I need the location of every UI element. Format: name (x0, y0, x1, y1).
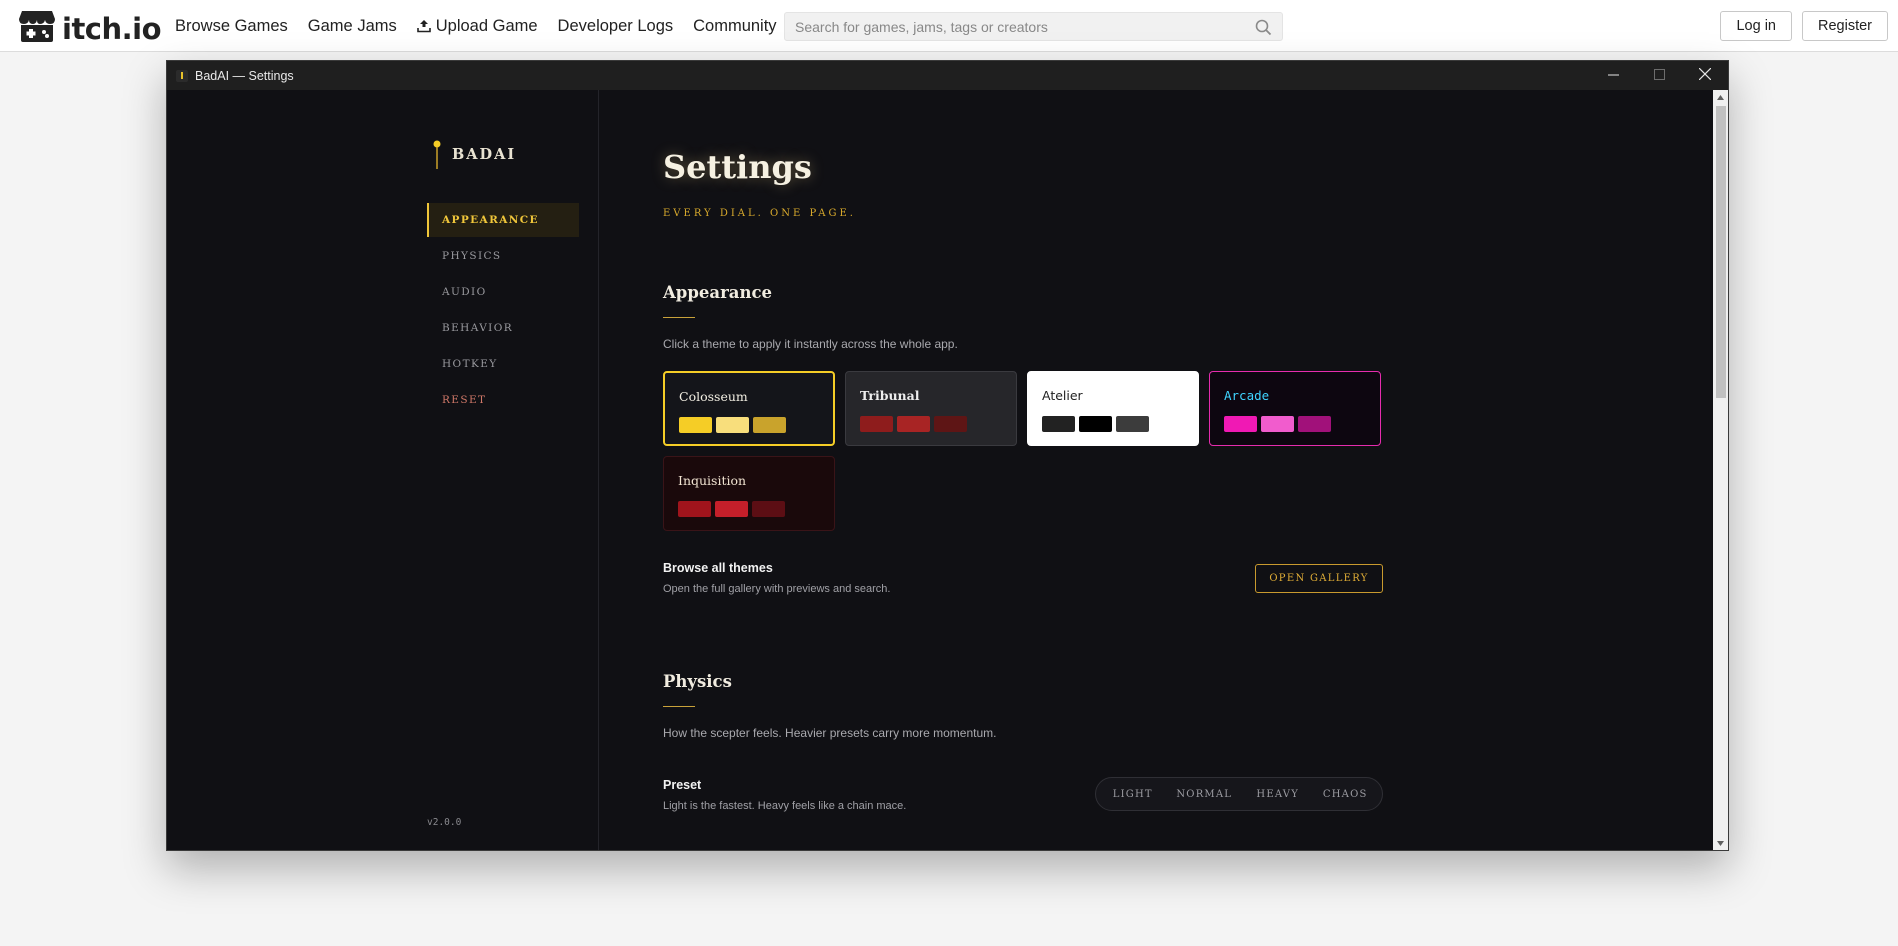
minimize-icon (1607, 67, 1619, 85)
appearance-section-rule (663, 317, 695, 318)
browse-themes-title: Browse all themes (663, 561, 773, 575)
preset-title: Preset (663, 778, 702, 792)
theme-swatch (679, 417, 712, 433)
itchio-store-icon (18, 9, 56, 48)
sidebar-brand: BADAI (432, 139, 516, 169)
theme-swatch (1298, 416, 1331, 432)
close-icon (1698, 67, 1712, 85)
physics-section-title: Physics (663, 672, 732, 691)
nav-upload-game[interactable]: Upload Game (416, 16, 538, 36)
theme-swatch (716, 417, 749, 433)
theme-swatches (678, 501, 789, 517)
theme-name: Arcade (1224, 388, 1270, 403)
sidebar-item-audio[interactable]: AUDIO (427, 275, 579, 309)
window-title: BadAI — Settings (195, 68, 294, 83)
page-title: Settings (663, 148, 812, 186)
theme-swatch (753, 417, 786, 433)
theme-swatches (860, 416, 971, 432)
settings-client: BADAI APPEARANCE PHYSICS AUDIO BEHAVIOR … (167, 90, 1715, 850)
login-button[interactable]: Log in (1720, 11, 1792, 41)
theme-swatches (679, 417, 790, 433)
nav-upload-game-label: Upload Game (435, 16, 538, 35)
search-icon[interactable] (1255, 19, 1272, 41)
nav-developer-logs[interactable]: Developer Logs (558, 17, 674, 36)
theme-card-arcade[interactable]: Arcade (1209, 371, 1381, 446)
theme-swatch (1079, 416, 1112, 432)
appearance-section-title: Appearance (663, 283, 772, 302)
preset-option-normal[interactable]: NORMAL (1166, 781, 1243, 807)
scroll-up-arrow-icon[interactable] (1713, 90, 1728, 104)
theme-swatch (1042, 416, 1075, 432)
settings-content: Settings EVERY DIAL. ONE PAGE. Appearanc… (599, 90, 1715, 850)
maximize-icon (1653, 67, 1665, 85)
search-input[interactable] (785, 13, 1245, 40)
preset-option-heavy[interactable]: HEAVY (1243, 781, 1313, 807)
theme-swatch (1116, 416, 1149, 432)
app-window: BadAI — Settings BADAI APPEARANCE PHYSIC… (166, 60, 1729, 851)
logo-text: itch.io (62, 11, 162, 46)
sidebar-item-appearance[interactable]: APPEARANCE (427, 203, 579, 237)
theme-swatch (934, 416, 967, 432)
brand-name: BADAI (452, 145, 517, 163)
sidebar-item-behavior[interactable]: BEHAVIOR (427, 311, 579, 345)
minimize-button[interactable] (1590, 61, 1636, 90)
search-box (784, 12, 1283, 41)
preset-option-light[interactable]: LIGHT (1100, 781, 1166, 807)
theme-swatch (860, 416, 893, 432)
window-controls (1590, 61, 1728, 90)
theme-swatches (1224, 416, 1335, 432)
theme-swatch (1224, 416, 1257, 432)
theme-name: Atelier (1042, 388, 1083, 403)
scroll-down-arrow-icon[interactable] (1713, 836, 1728, 850)
sidebar-item-physics[interactable]: PHYSICS (427, 239, 579, 273)
theme-swatch (715, 501, 748, 517)
register-button[interactable]: Register (1802, 11, 1888, 41)
auth-buttons: Log in Register (1720, 11, 1898, 41)
theme-name: Inquisition (678, 473, 747, 488)
open-gallery-button[interactable]: OPEN GALLERY (1255, 564, 1383, 593)
theme-card-tribunal[interactable]: Tribunal (845, 371, 1017, 446)
app-version: v2.0.0 (427, 817, 462, 828)
nav-community[interactable]: Community (693, 17, 776, 36)
sidebar-item-hotkey[interactable]: HOTKEY (427, 347, 579, 381)
theme-swatch (752, 501, 785, 517)
theme-swatch (1261, 416, 1294, 432)
window-titlebar[interactable]: BadAI — Settings (167, 61, 1728, 90)
theme-name: Tribunal (860, 388, 920, 403)
scepter-icon (432, 139, 442, 169)
theme-swatch (678, 501, 711, 517)
close-button[interactable] (1682, 61, 1728, 90)
sidebar-item-reset[interactable]: RESET (427, 383, 579, 417)
nav-game-jams[interactable]: Game Jams (308, 17, 397, 36)
theme-card-inquisition[interactable]: Inquisition (663, 456, 835, 531)
preset-option-chaos[interactable]: CHAOS (1312, 781, 1378, 807)
scrollbar-thumb[interactable] (1716, 106, 1726, 398)
content-scrollbar[interactable] (1713, 90, 1728, 850)
appearance-section-description: Click a theme to apply it instantly acro… (663, 337, 958, 351)
theme-card-atelier[interactable]: Atelier (1027, 371, 1199, 446)
site-header: itch.io Browse Games Game Jams Upload Ga… (0, 0, 1898, 52)
settings-sidebar: BADAI APPEARANCE PHYSICS AUDIO BEHAVIOR … (167, 90, 599, 850)
upload-icon (416, 19, 431, 33)
preset-segmented-control: LIGHT NORMAL HEAVY CHAOS (1095, 777, 1383, 811)
physics-section-description: How the scepter feels. Heavier presets c… (663, 726, 997, 740)
page-subtitle: EVERY DIAL. ONE PAGE. (663, 208, 856, 219)
app-icon (176, 69, 188, 82)
theme-swatches (1042, 416, 1153, 432)
sidebar-nav: APPEARANCE PHYSICS AUDIO BEHAVIOR HOTKEY… (427, 203, 579, 419)
preset-description: Light is the fastest. Heavy feels like a… (663, 800, 907, 812)
main-nav: Browse Games Game Jams Upload Game Devel… (175, 0, 797, 52)
itchio-logo[interactable]: itch.io (18, 9, 162, 48)
nav-browse-games[interactable]: Browse Games (175, 17, 288, 36)
theme-card-colosseum[interactable]: Colosseum (663, 371, 835, 446)
theme-swatch (897, 416, 930, 432)
browse-themes-description: Open the full gallery with previews and … (663, 583, 891, 595)
theme-name: Colosseum (679, 389, 748, 404)
physics-section-rule (663, 706, 695, 707)
maximize-button[interactable] (1636, 61, 1682, 90)
